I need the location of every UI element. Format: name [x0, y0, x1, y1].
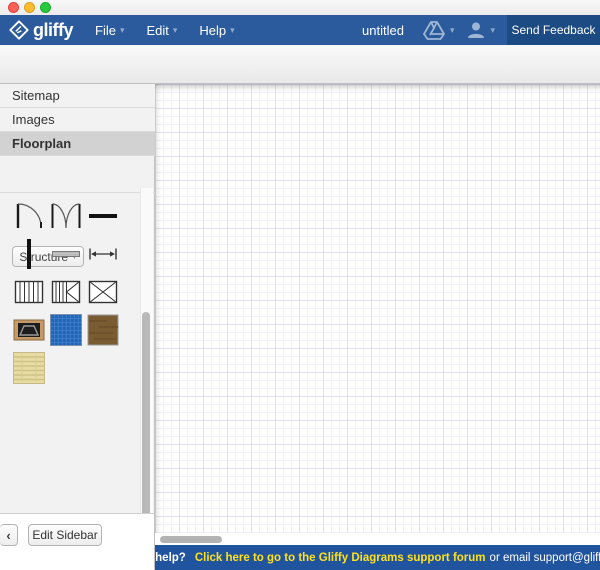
- collapse-sidebar-button[interactable]: ‹: [0, 524, 18, 546]
- edit-sidebar-button[interactable]: Edit Sidebar: [28, 524, 102, 546]
- menu-help[interactable]: Help ▾: [199, 23, 234, 38]
- shape-library-sidebar: Sitemap Images Floorplan Structure ▾: [0, 84, 155, 570]
- help-prompt: Need help?: [123, 551, 186, 564]
- shape-wall-horizontal[interactable]: [84, 197, 121, 235]
- sidebar-section-floorplan[interactable]: Floorplan: [0, 132, 155, 156]
- menubar-right: untitled ▾ ▾ Send Feedback: [362, 15, 600, 45]
- help-bar: Need help? Click here to go to the Gliff…: [124, 545, 600, 570]
- minimize-window-button[interactable]: [24, 2, 35, 13]
- close-window-button[interactable]: [8, 2, 19, 13]
- shape-elevator-shaft[interactable]: [84, 273, 121, 311]
- caret-down-icon: ▾: [119, 24, 125, 35]
- menu-edit[interactable]: Edit ▾: [146, 23, 177, 38]
- caret-down-icon: ▾: [230, 24, 235, 35]
- toolbar: A: [0, 45, 600, 123]
- gliffy-logo-icon: [8, 19, 30, 41]
- shape-window[interactable]: [47, 235, 84, 273]
- shape-stairs[interactable]: [10, 273, 47, 311]
- support-email-text: or email support@gliffy.com: [489, 551, 600, 564]
- drawing-canvas[interactable]: [155, 84, 600, 545]
- send-feedback-button[interactable]: Send Feedback: [507, 15, 600, 45]
- shape-double-door[interactable]: [47, 197, 84, 235]
- shape-grid: [10, 197, 121, 387]
- sidebar-section-images[interactable]: Images: [0, 108, 155, 132]
- shape-stairs-with-landing[interactable]: [47, 273, 84, 311]
- sidebar-section-sitemap[interactable]: Sitemap: [0, 84, 155, 108]
- support-forum-link[interactable]: Click here to go to the Gliffy Diagrams …: [195, 552, 486, 564]
- google-drive-icon: [422, 20, 446, 40]
- shape-door[interactable]: [10, 197, 47, 235]
- macos-titlebar: [0, 0, 600, 15]
- logo-text: gliffy: [33, 19, 74, 40]
- horizontal-scrollbar-thumb[interactable]: [160, 536, 222, 543]
- google-drive-menu-button[interactable]: ▾: [422, 20, 455, 40]
- account-menu-button[interactable]: ▾: [466, 20, 495, 40]
- divider: [0, 192, 155, 193]
- zoom-window-button[interactable]: [40, 2, 51, 13]
- shape-bamboo-mat[interactable]: [10, 349, 47, 387]
- caret-down-icon: ▾: [490, 24, 495, 35]
- canvas-horizontal-scrollbar[interactable]: [155, 533, 600, 545]
- caret-down-icon: ▾: [172, 24, 178, 35]
- shape-fireplace[interactable]: [10, 311, 47, 349]
- app-menubar: gliffy File ▾ Edit ▾ Help ▾ untitled ▾ ▾…: [0, 15, 600, 45]
- gliffy-window: gliffy File ▾ Edit ▾ Help ▾ untitled ▾ ▾…: [0, 0, 600, 570]
- document-title[interactable]: untitled: [362, 23, 404, 38]
- chevron-left-icon: ‹: [6, 527, 11, 543]
- gliffy-logo: gliffy: [8, 19, 74, 41]
- canvas-grid[interactable]: [155, 84, 600, 533]
- shape-dimension-line[interactable]: [84, 235, 121, 273]
- user-icon: [466, 20, 486, 40]
- caret-down-icon: ▾: [449, 24, 455, 35]
- shape-wood-floor[interactable]: [84, 311, 121, 349]
- shape-carpet[interactable]: [47, 311, 84, 349]
- shape-wall-vertical[interactable]: [10, 235, 47, 273]
- menu-file[interactable]: File ▾: [95, 23, 124, 38]
